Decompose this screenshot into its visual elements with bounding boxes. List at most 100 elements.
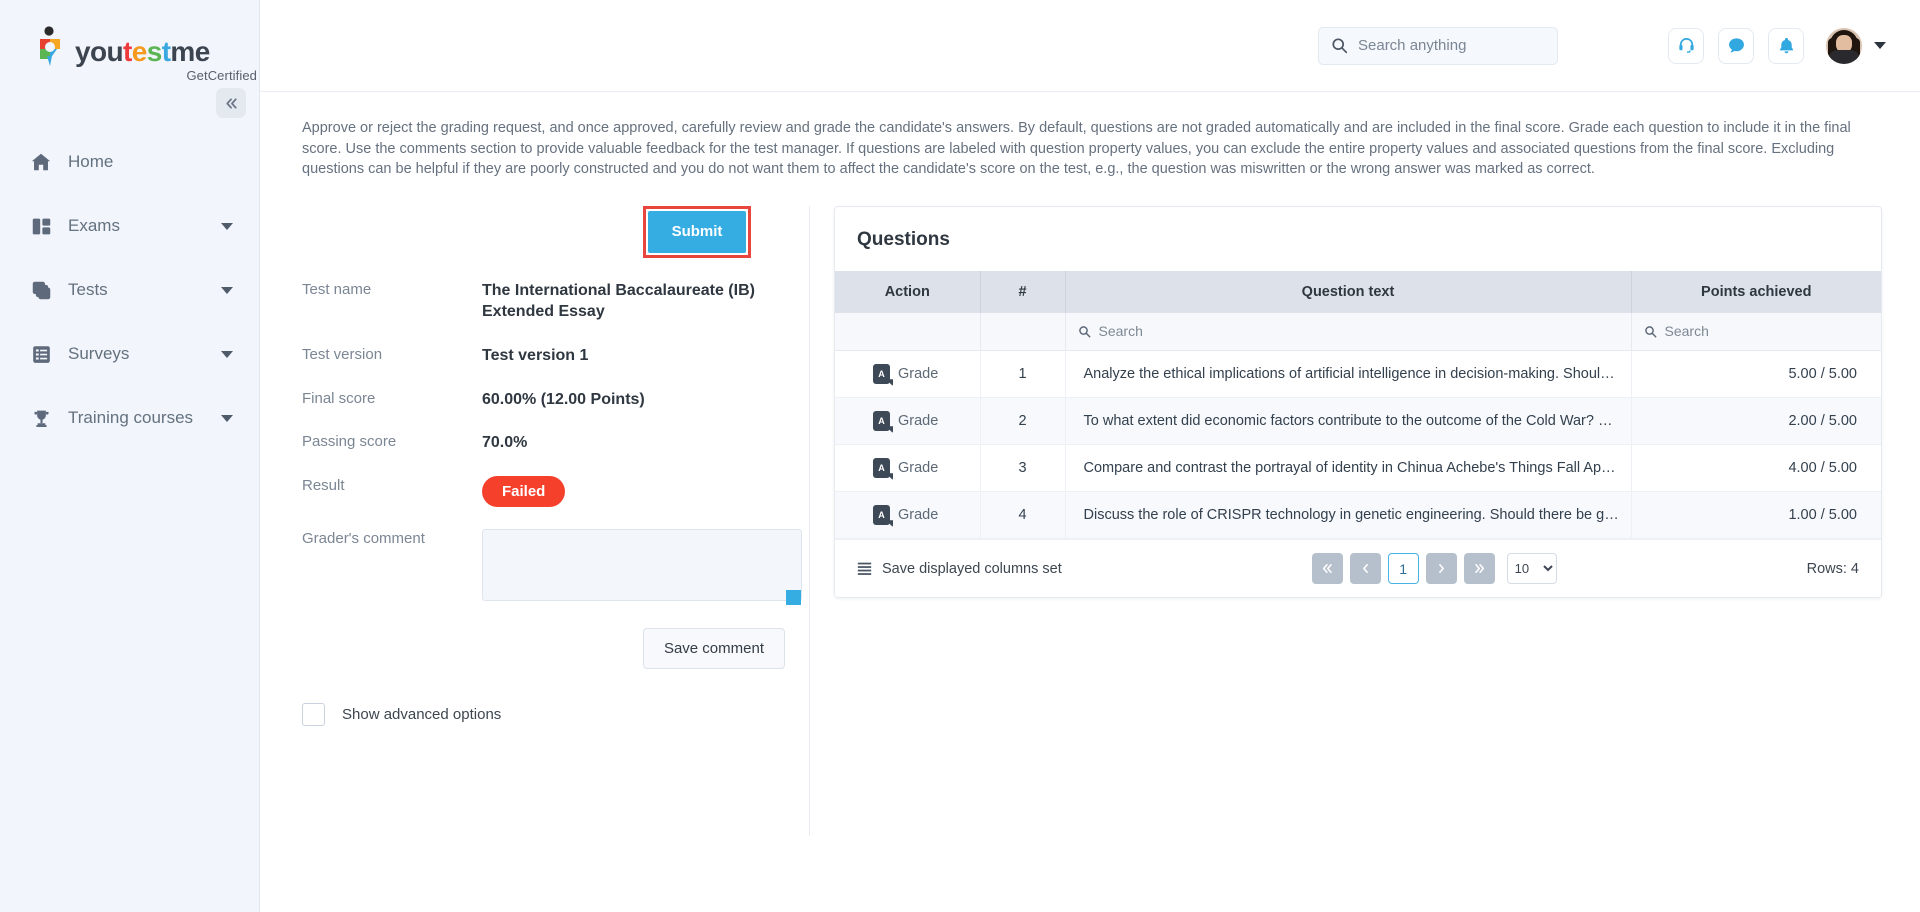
grade-paper-icon: A (873, 505, 890, 526)
search-input[interactable] (1358, 37, 1545, 54)
cell-action[interactable]: A Grade (835, 444, 981, 493)
youtestme-logo-icon (34, 26, 68, 66)
sidebar-item-exams[interactable]: Exams (0, 194, 259, 258)
chevron-down-icon[interactable] (1874, 42, 1886, 49)
submit-button[interactable]: Submit (648, 210, 746, 253)
field-value: 60.00% (12.00 Points) (482, 390, 645, 408)
page-content: Approve or reject the grading request, a… (260, 92, 1920, 912)
sidebar-item-home[interactable]: Home (0, 130, 259, 194)
global-search[interactable] (1318, 26, 1558, 65)
trophy-icon (28, 405, 54, 431)
filter-cell-number (980, 312, 1066, 352)
top-bar (260, 0, 1920, 92)
table-footer: Save displayed columns set 1 10 Rows: 4 (835, 539, 1881, 598)
field-label: Grader's comment (302, 529, 425, 547)
chevron-down-icon[interactable] (221, 414, 233, 422)
page-size-select[interactable]: 102550100 (1506, 553, 1557, 585)
table-header-row: Action # Question text Points achieved (835, 270, 1881, 313)
sidebar-item-label: Surveys (68, 344, 130, 363)
current-page-button[interactable]: 1 (1387, 553, 1419, 585)
user-menu[interactable] (1826, 27, 1886, 64)
column-header-points-achieved[interactable]: Points achieved (1631, 270, 1881, 313)
column-header-number[interactable]: # (980, 270, 1066, 313)
cell-points: 2.00 / 5.00 (1631, 397, 1881, 446)
last-page-button[interactable] (1463, 553, 1495, 585)
cell-number: 4 (980, 491, 1066, 540)
show-advanced-options-label: Show advanced options (342, 705, 502, 723)
field-label: Passing score (302, 433, 397, 451)
field-final-score: Final score 60.00% (12.00 Points) (302, 389, 785, 411)
first-page-button[interactable] (1311, 553, 1343, 585)
search-icon (1644, 325, 1657, 338)
field-value: Test version 1 (482, 346, 589, 364)
chevron-down-icon[interactable] (221, 350, 233, 358)
table-row: A Grade 4 Discuss the role of CRISPR tec… (835, 491, 1881, 540)
sidebar-item-training-courses[interactable]: Training courses (0, 386, 259, 450)
grade-paper-icon: A (873, 458, 890, 479)
field-test-name: Test name The International Baccalaureat… (302, 280, 785, 323)
show-advanced-options-checkbox[interactable] (302, 702, 325, 726)
save-displayed-columns-button[interactable]: Save displayed columns set (857, 561, 1062, 577)
next-page-button[interactable] (1425, 553, 1457, 585)
cell-points: 1.00 / 5.00 (1631, 491, 1881, 540)
chevron-down-icon[interactable] (221, 222, 233, 230)
save-comment-button[interactable]: Save comment (642, 627, 785, 669)
table-row: A Grade 1 Analyze the ethical implicatio… (835, 350, 1881, 399)
cell-question-text: Analyze the ethical implications of arti… (1065, 350, 1632, 399)
column-header-question-text[interactable]: Question text (1065, 270, 1632, 313)
graders-comment-input[interactable] (482, 528, 802, 601)
home-icon (28, 149, 54, 175)
grade-action-button[interactable]: A Grade (845, 411, 970, 432)
cell-number: 2 (980, 397, 1066, 446)
sidebar-item-label: Home (68, 152, 114, 171)
grade-action-button[interactable]: A Grade (845, 505, 970, 526)
cell-action[interactable]: A Grade (835, 397, 981, 446)
support-button[interactable] (1668, 27, 1704, 64)
search-icon (1331, 37, 1348, 54)
exams-grid-icon (28, 213, 54, 239)
previous-page-button[interactable] (1349, 553, 1381, 585)
questions-card-title: Questions (857, 228, 950, 250)
grade-label: Grade (898, 366, 939, 383)
field-test-version: Test version Test version 1 (302, 345, 785, 367)
cell-points: 5.00 / 5.00 (1631, 350, 1881, 399)
field-result: Result Failed (302, 475, 785, 507)
field-passing-score: Passing score 70.0% (302, 432, 785, 454)
cell-action[interactable]: A Grade (835, 350, 981, 399)
question-text-filter-input[interactable] (1098, 323, 1619, 340)
grade-paper-icon: A (873, 411, 890, 432)
cell-question-text: To what extent did economic factors cont… (1065, 397, 1632, 446)
cell-question-text: Discuss the role of CRISPR technology in… (1065, 491, 1632, 540)
notifications-button[interactable] (1768, 27, 1804, 64)
sidebar-item-label: Tests (68, 280, 108, 299)
columns-list-icon (857, 561, 872, 576)
chat-button[interactable] (1718, 27, 1754, 64)
points-filter-input[interactable] (1664, 323, 1869, 340)
content-columns: Submit Test name The International Bacca… (260, 205, 1920, 836)
brand-logo[interactable]: youtestme GetCertified (0, 0, 259, 96)
grade-action-button[interactable]: A Grade (845, 364, 970, 385)
table-row: A Grade 2 To what extent did economic fa… (835, 397, 1881, 446)
sidebar-collapse-button[interactable] (216, 88, 246, 118)
cell-question-text: Compare and contrast the portrayal of id… (1065, 444, 1632, 493)
chevron-down-icon[interactable] (221, 286, 233, 294)
sidebar-item-surveys[interactable]: Surveys (0, 322, 259, 386)
field-value: 70.0% (482, 434, 528, 452)
filter-cell-points[interactable] (1631, 312, 1881, 352)
grade-label: Grade (898, 460, 939, 477)
sidebar-item-label: Training courses (68, 408, 194, 427)
sidebar-item-tests[interactable]: Tests (0, 258, 259, 322)
cell-action[interactable]: A Grade (835, 491, 981, 540)
filter-cell-question-text[interactable] (1065, 312, 1632, 352)
grade-action-button[interactable]: A Grade (845, 458, 970, 479)
column-header-action[interactable]: Action (835, 270, 981, 313)
tests-stack-icon (28, 277, 54, 303)
avatar[interactable] (1826, 27, 1862, 64)
main-area: Approve or reject the grading request, a… (260, 0, 1920, 912)
cell-points: 4.00 / 5.00 (1631, 444, 1881, 493)
field-label: Final score (302, 389, 376, 407)
submit-highlight: Submit (643, 205, 751, 258)
field-value: The International Baccalaureate (IB) Ext… (482, 281, 755, 321)
textarea-resize-handle[interactable] (786, 589, 801, 605)
rows-count-label: Rows: 4 (1806, 560, 1859, 577)
